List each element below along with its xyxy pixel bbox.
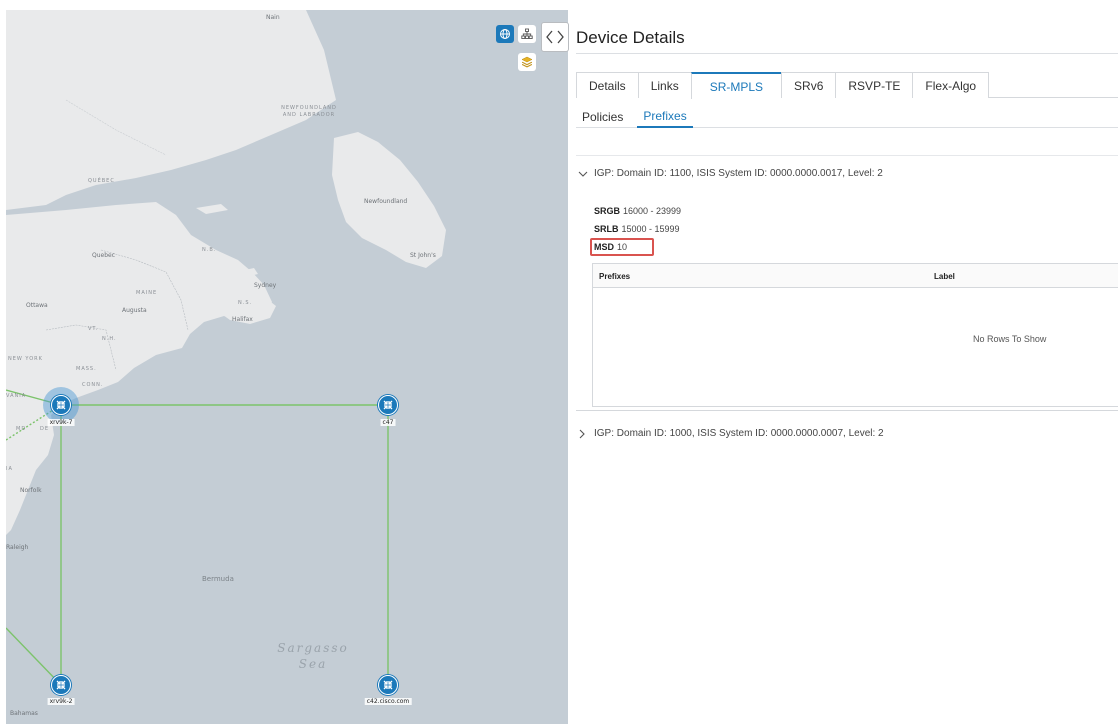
srlb-row: SRLB 15000 - 15999: [594, 224, 680, 234]
map-label-newfoundland-labrador: NEWFOUNDLAND AND LABRADOR: [281, 105, 337, 118]
node-label: c42.cisco.com: [364, 698, 412, 705]
msd-label: MSD: [594, 242, 614, 252]
map-label-ottawa: Ottawa: [26, 302, 48, 309]
device-details-panel: Device Details Details Links SR-MPLS SRv…: [570, 0, 1118, 726]
map-label-nh: N.H.: [102, 336, 117, 342]
map-label-bermuda: Bermuda: [202, 575, 234, 583]
srlb-label: SRLB: [594, 224, 619, 234]
igp-section-header-1000[interactable]: IGP: Domain ID: 1000, ISIS System ID: 00…: [578, 428, 884, 439]
tab-rsvp-te[interactable]: RSVP-TE: [835, 72, 913, 98]
sr-mpls-subtabs: Policies Prefixes: [576, 106, 1118, 128]
panel-collapse-toggle[interactable]: [541, 22, 569, 52]
map-label-vt: VT.: [88, 326, 99, 332]
map-label-st-johns: St John's: [410, 252, 436, 259]
empty-table-message: No Rows To Show: [973, 334, 1047, 344]
igp-section-header-1100[interactable]: IGP: Domain ID: 1100, ISIS System ID: 00…: [578, 168, 883, 179]
globe-icon: [500, 29, 510, 39]
map-label-new-york: NEW YORK: [8, 356, 43, 362]
map-label-conn: CONN.: [82, 382, 104, 388]
map-label-halifax: Halifax: [232, 316, 253, 323]
node-label: c47: [380, 419, 396, 426]
map-label-sydney: Sydney: [254, 282, 277, 289]
msd-row: MSD 10: [594, 242, 627, 252]
map-label-vania: VANIA: [6, 393, 27, 399]
panel-title: Device Details: [576, 28, 685, 47]
router-icon: [51, 395, 71, 415]
prefixes-table: Prefixes Label No Rows To Show: [592, 263, 1118, 407]
column-header-prefixes[interactable]: Prefixes: [599, 272, 630, 281]
map-label-quebec-region: QUÉBEC: [88, 178, 115, 184]
router-icon: [51, 675, 71, 695]
topology-icon: [521, 28, 533, 39]
map-label-norfolk: Norfolk: [20, 487, 42, 494]
tab-links[interactable]: Links: [637, 72, 691, 98]
column-header-label[interactable]: Label: [934, 272, 955, 281]
node-xrv9k-7[interactable]: [43, 387, 79, 423]
divider: [576, 155, 1118, 156]
igp-section-title: IGP: Domain ID: 1000, ISIS System ID: 00…: [594, 428, 884, 439]
tab-details[interactable]: Details: [576, 72, 638, 98]
chevron-right-icon: [578, 429, 590, 439]
layers-icon: [521, 56, 533, 68]
router-icon: [378, 675, 398, 695]
tab-flex-algo[interactable]: Flex-Algo: [912, 72, 990, 98]
globe-view-button[interactable]: [496, 25, 514, 43]
map-label-bahamas: Bahamas: [10, 710, 38, 717]
map-label-nb: N.B.: [202, 247, 217, 253]
map-label-ns: N.S.: [238, 300, 253, 306]
map-label-newfoundland: Newfoundland: [364, 198, 408, 205]
router-icon: [378, 395, 398, 415]
subtab-policies[interactable]: Policies: [576, 106, 629, 128]
map-label-de: DE: [40, 426, 50, 432]
layers-button[interactable]: [518, 53, 536, 71]
tab-srv6[interactable]: SRv6: [781, 72, 836, 98]
topology-view-button[interactable]: [518, 25, 536, 43]
table-header: Prefixes Label: [593, 264, 1118, 288]
srlb-value: 15000 - 15999: [621, 224, 680, 234]
chevron-down-icon: [578, 170, 590, 178]
map-label-quebec-city: Quebec: [92, 252, 116, 259]
map-label-nain: Nain: [266, 14, 280, 21]
map-label-md: MD: [16, 426, 27, 432]
divider: [576, 53, 1118, 54]
map-label-mass: MASS.: [76, 366, 97, 372]
msd-value: 10: [617, 242, 628, 252]
map-label-augusta: Augusta: [122, 307, 147, 314]
topology-map[interactable]: Nain NEWFOUNDLAND AND LABRADOR QUÉBEC Ne…: [6, 10, 568, 724]
divider: [576, 410, 1118, 411]
igp-section-title: IGP: Domain ID: 1100, ISIS System ID: 00…: [594, 168, 883, 179]
map-label-sargasso-sea: Sargasso Sea: [277, 641, 349, 671]
subtab-prefixes[interactable]: Prefixes: [637, 106, 693, 128]
node-c47[interactable]: [370, 387, 406, 423]
map-label-raleigh: Raleigh: [6, 544, 29, 551]
srgb-value: 16000 - 23999: [623, 206, 682, 216]
chevron-left-right-icon: [546, 30, 564, 44]
map-label-maine: MAINE: [136, 290, 158, 296]
srgb-row: SRGB 16000 - 23999: [594, 206, 681, 216]
tab-sr-mpls[interactable]: SR-MPLS: [690, 72, 782, 99]
detail-tabs: Details Links SR-MPLS SRv6 RSVP-TE Flex-…: [576, 72, 1118, 99]
map-label-ja: IA: [6, 466, 13, 472]
node-label: xrv9k-2: [47, 698, 75, 705]
srgb-label: SRGB: [594, 206, 621, 216]
node-label: xrv9k-7: [47, 419, 75, 426]
